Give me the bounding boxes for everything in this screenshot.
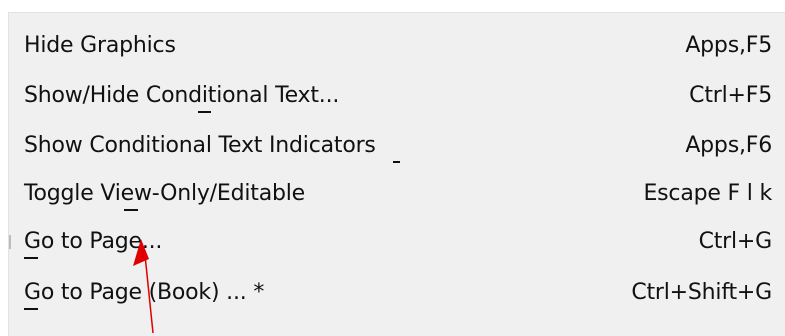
context-menu: Hide Graphics Apps,F5 Show/Hide Conditio… <box>8 12 785 336</box>
menu-item-label: Hide Graphics <box>24 33 176 58</box>
mnemonic-underline <box>393 161 400 163</box>
menu-item-show-hide-conditional-text[interactable]: Show/Hide Conditional Text... Ctrl+F5 <box>9 75 785 115</box>
menu-item-shortcut: Ctrl+F5 <box>689 83 772 108</box>
menu-item-shortcut: Apps,F5 <box>685 33 772 58</box>
mnemonic-underline <box>24 308 38 310</box>
menu-item-show-conditional-text-indicators[interactable]: Show Conditional Text Indicators Apps,F6 <box>9 125 785 165</box>
menu-item-label: Go to Page... <box>24 229 163 254</box>
menu-item-shortcut: Apps,F6 <box>685 133 772 158</box>
mnemonic-underline <box>198 111 211 113</box>
menu-item-go-to-page[interactable]: Go to Page... Ctrl+G <box>9 221 785 261</box>
menu-item-label: Go to Page (Book) ... * <box>24 280 265 305</box>
menu-item-label: Toggle View-Only/Editable <box>24 181 305 206</box>
menu-item-shortcut: Escape F l k <box>643 181 772 206</box>
mnemonic-underline <box>124 209 138 211</box>
menu-item-go-to-page-book[interactable]: Go to Page (Book) ... * Ctrl+Shift+G <box>9 272 785 312</box>
menu-item-shortcut: Ctrl+G <box>698 229 773 254</box>
menu-item-shortcut: Ctrl+Shift+G <box>631 280 772 305</box>
mnemonic-underline <box>24 257 38 259</box>
menu-item-toggle-view-only-editable[interactable]: Toggle View-Only/Editable Escape F l k <box>9 173 785 213</box>
menu-item-label: Show/Hide Conditional Text... <box>24 83 340 108</box>
menu-item-hide-graphics[interactable]: Hide Graphics Apps,F5 <box>9 25 785 65</box>
menu-item-label: Show Conditional Text Indicators <box>24 133 376 158</box>
